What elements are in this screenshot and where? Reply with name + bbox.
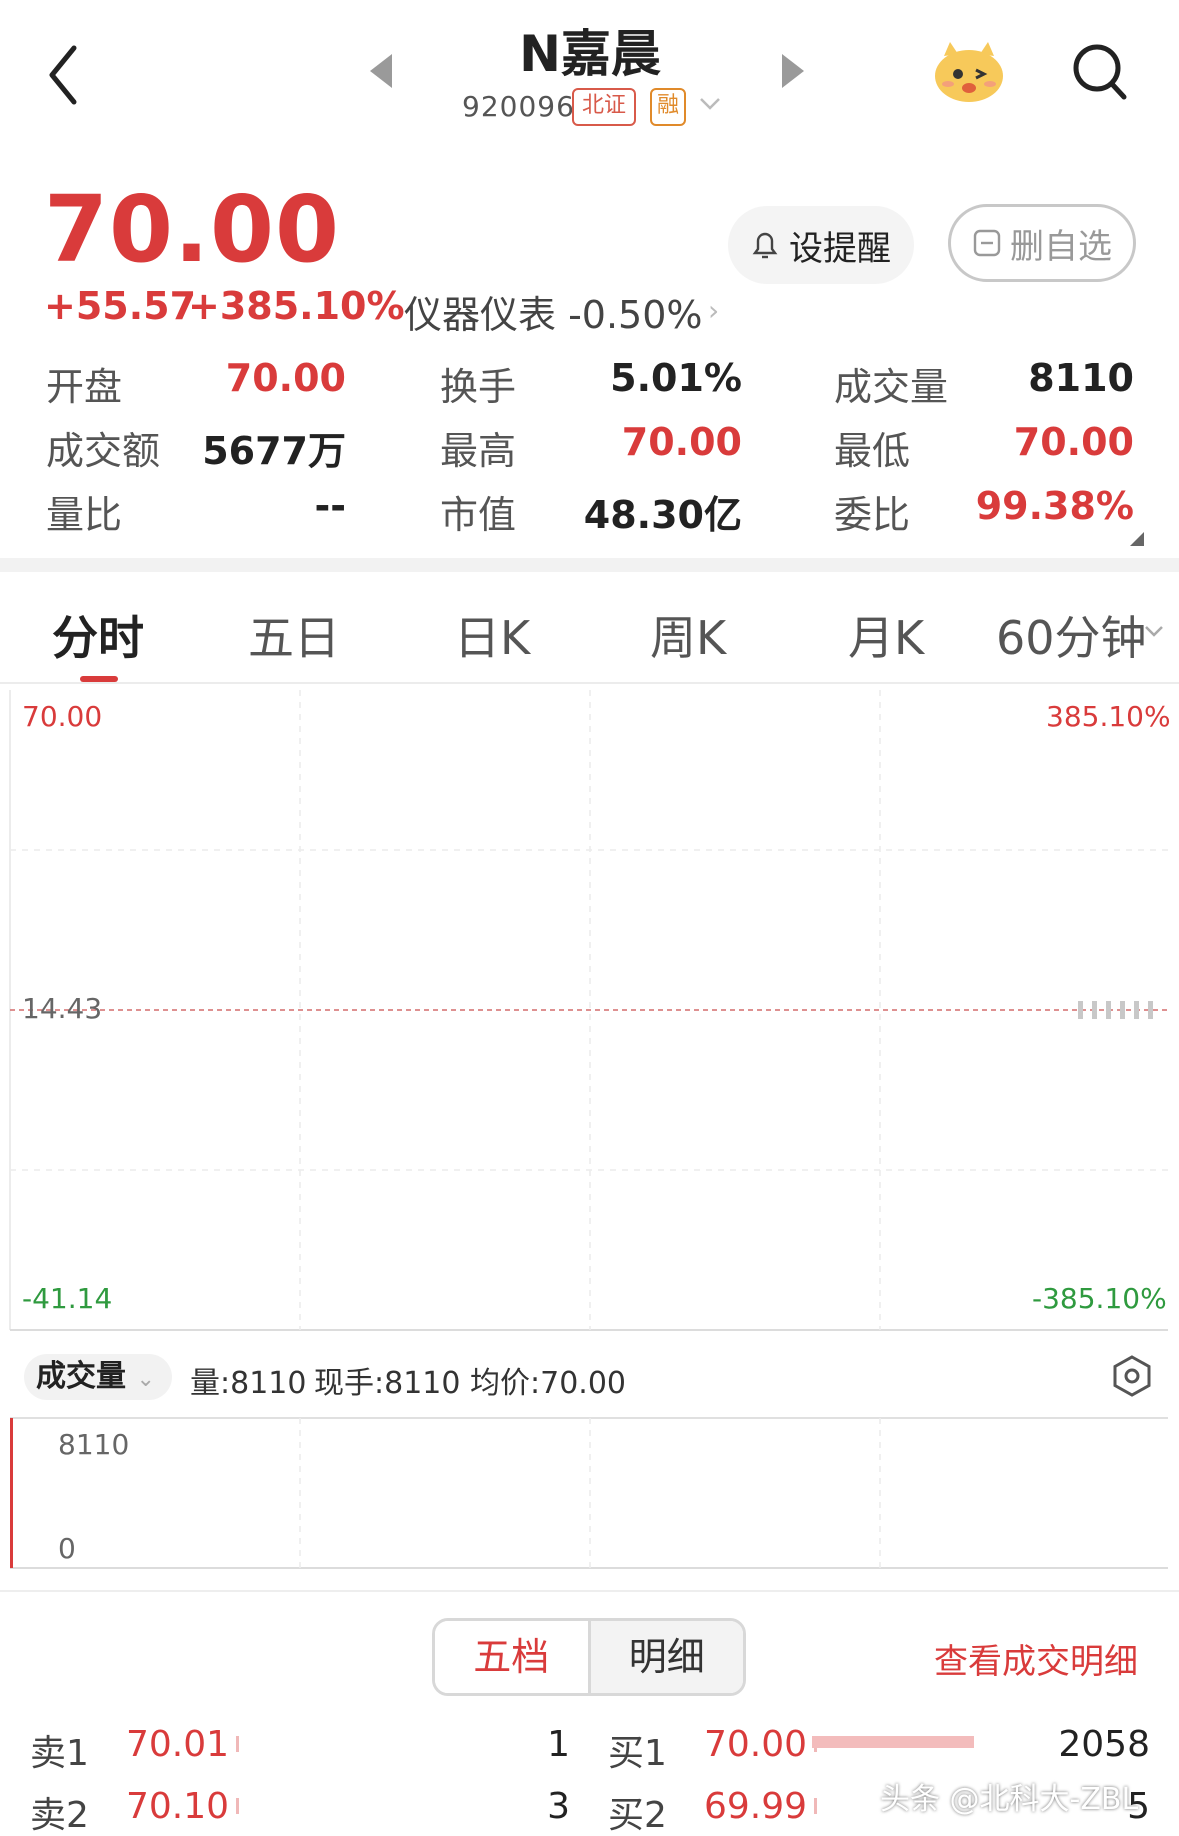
stat-label: 最高 <box>440 429 517 473</box>
volume-now-hand: 现手:8110 <box>314 1366 461 1401</box>
volume-tick <box>814 1798 817 1814</box>
buy-level-volume: 2058 <box>1058 1724 1150 1765</box>
tick-marker <box>1148 1001 1153 1019</box>
stat-label: 量比 <box>46 493 123 537</box>
next-stock-icon[interactable] <box>782 54 804 88</box>
sell-level-price: 70.10 <box>126 1786 230 1827</box>
buy-level-price: 69.99 <box>704 1786 808 1827</box>
price-change-pct: +385.10% <box>188 284 405 328</box>
set-alert-button[interactable]: 设提醒 <box>728 206 914 284</box>
stat-value: 5677万 <box>202 429 346 473</box>
set-alert-label: 设提醒 <box>789 228 891 269</box>
stock-name: N嘉晨 <box>519 25 661 83</box>
y-axis-top-pct: 385.10% <box>1046 700 1171 733</box>
chevron-right-icon[interactable]: › <box>708 294 719 327</box>
divider <box>0 558 1179 572</box>
sell-level-volume: 1 <box>547 1724 570 1765</box>
tick-marker <box>1078 1001 1083 1019</box>
current-price: 70.00 <box>44 176 341 283</box>
bell-icon <box>752 232 778 259</box>
stat-label: 委比 <box>834 493 911 537</box>
volume-chart[interactable] <box>0 1414 1179 1574</box>
y-axis-bottom-price: -41.14 <box>22 1282 113 1315</box>
reference-price-label: 14.43 <box>22 992 103 1025</box>
buy-level-price: 70.00 <box>704 1724 808 1765</box>
mascot-icon[interactable] <box>930 36 1008 106</box>
y-axis-top-price: 70.00 <box>22 700 103 733</box>
stat-value: 70.00 <box>621 420 742 464</box>
tick-marker <box>1134 1001 1139 1019</box>
top-bar: N嘉晨 920096 北证 融 <box>0 0 1179 130</box>
stock-code: 920096 <box>462 90 575 123</box>
stat-value: 70.00 <box>1013 420 1134 464</box>
sell-level-volume: 3 <box>547 1786 570 1827</box>
chevron-down-icon[interactable] <box>698 94 722 114</box>
watermark: 头条 @北科大-ZBL <box>880 1782 1139 1817</box>
orderbook-toggle: 五档 明细 <box>432 1618 746 1696</box>
volume-selector-label: 成交量 <box>36 1359 126 1394</box>
sell-level-label: 卖2 <box>30 1795 89 1836</box>
stat-value: 8110 <box>1028 356 1134 400</box>
buy1-volume-bar <box>812 1736 974 1748</box>
tick-marker <box>1120 1001 1125 1019</box>
tab-3[interactable]: 周K <box>650 602 726 668</box>
tick-marker <box>1092 1001 1097 1019</box>
sell-level-label: 卖1 <box>30 1733 89 1774</box>
volume-selector[interactable]: 成交量 ⌄ <box>24 1354 172 1400</box>
tab-trade-detail[interactable]: 明细 <box>587 1621 743 1693</box>
tab-0[interactable]: 分时 <box>52 602 144 668</box>
stat-label: 换手 <box>440 365 517 409</box>
stat-label: 成交额 <box>46 429 161 473</box>
buy-level-label: 买2 <box>608 1795 667 1836</box>
tab-2[interactable]: 日K <box>454 602 530 668</box>
y-axis-bottom-pct: -385.10% <box>1032 1282 1167 1315</box>
prev-stock-icon[interactable] <box>370 54 392 88</box>
stat-label: 开盘 <box>46 365 123 409</box>
view-trade-detail-link[interactable]: 查看成交明细 <box>934 1634 1138 1683</box>
stat-value: 5.01% <box>610 356 742 400</box>
sell-level-price: 70.01 <box>126 1724 230 1765</box>
intraday-chart[interactable] <box>0 684 1179 1344</box>
volume-avg-price: 均价:70.00 <box>470 1366 626 1401</box>
stat-value: -- <box>314 484 346 528</box>
divider <box>0 1590 1179 1618</box>
margin-tag: 融 <box>650 88 686 126</box>
volume-bar <box>10 1418 13 1568</box>
settings-icon[interactable] <box>1110 1354 1154 1398</box>
stat-value: 70.00 <box>225 356 346 400</box>
buy-level-label: 买1 <box>608 1733 667 1774</box>
stat-label: 成交量 <box>834 365 949 409</box>
remove-watchlist-label: 删自选 <box>1010 226 1112 267</box>
chevron-down-icon: ⌄ <box>136 1367 155 1392</box>
volume-qty: 量:8110 <box>190 1366 307 1401</box>
volume-tick <box>236 1798 239 1814</box>
tab-5[interactable]: 60分钟 <box>996 602 1147 668</box>
stat-label: 最低 <box>834 429 911 473</box>
remove-watchlist-button[interactable]: 删自选 <box>948 204 1136 282</box>
stat-value: 48.30亿 <box>583 493 742 537</box>
exchange-tag: 北证 <box>572 88 636 126</box>
tab-4[interactable]: 月K <box>848 602 924 668</box>
stat-value: 99.38% <box>975 484 1134 528</box>
chart-canvas[interactable] <box>0 684 1179 1344</box>
sector-link[interactable]: 仪器仪表 -0.50% <box>404 284 703 339</box>
expand-corner-icon[interactable] <box>1130 532 1144 546</box>
volume-tick <box>236 1736 239 1752</box>
price-change: +55.57 <box>44 284 197 328</box>
minus-box-icon <box>973 229 1001 257</box>
tick-marker <box>1106 1001 1111 1019</box>
chevron-down-icon[interactable] <box>1144 624 1164 638</box>
search-icon[interactable] <box>1070 40 1130 104</box>
tab-1[interactable]: 五日 <box>248 602 340 668</box>
tab-five-levels[interactable]: 五档 <box>435 1621 588 1693</box>
stat-label: 市值 <box>440 493 517 537</box>
back-arrow-icon[interactable] <box>40 40 90 110</box>
